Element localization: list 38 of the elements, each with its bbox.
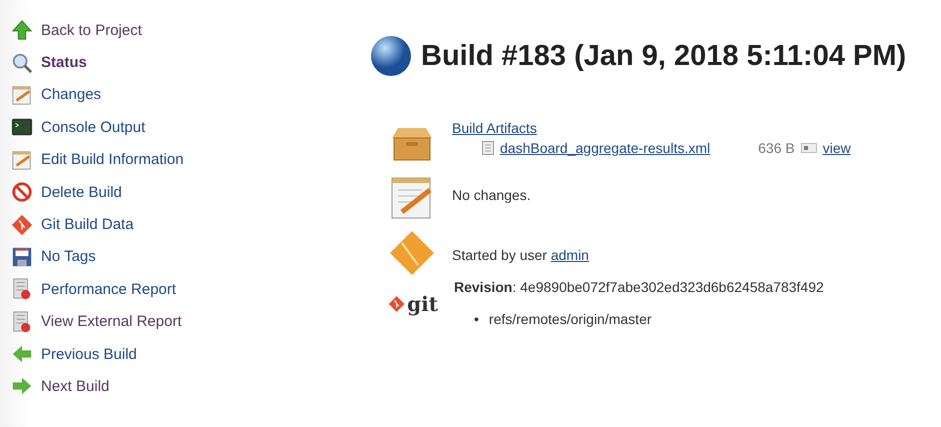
diamond-icon: [388, 229, 436, 277]
started-by-text: Started by user admin: [452, 246, 589, 263]
sidebar-link[interactable]: No Tags: [41, 248, 96, 266]
sidebar-link[interactable]: Edit Build Information: [41, 151, 184, 168]
sidebar-link[interactable]: Previous Build: [41, 346, 137, 363]
notepad-icon: [11, 148, 33, 171]
sidebar-link[interactable]: Changes: [41, 86, 102, 104]
revision-text: Revision: 4e9890be072f7abe302ed323d6b62458a783f492: [454, 279, 824, 295]
page-title: Build #183 (Jan 9, 2018 5:11:04 PM): [421, 40, 906, 72]
sidebar-link[interactable]: Git Build Data: [41, 216, 134, 234]
view-file-icon: [800, 143, 817, 153]
branch-name: refs/remotes/origin/master: [488, 311, 652, 327]
sidebar-link[interactable]: Status: [41, 54, 87, 72]
search-icon: [11, 52, 33, 74]
build-artifacts-link[interactable]: Build Artifacts: [452, 120, 537, 136]
artifact-file-link[interactable]: dashBoard_aggregate-results.xml: [500, 140, 710, 156]
sidebar-link[interactable]: Performance Report: [41, 280, 176, 298]
file-size-text: 636 B: [758, 140, 795, 156]
no-changes-text: No changes.: [452, 186, 531, 203]
up-arrow-icon: [11, 19, 33, 42]
sidebar-link[interactable]: Delete Build: [41, 184, 122, 201]
user-link[interactable]: admin: [550, 247, 589, 263]
git-icon: [388, 294, 406, 314]
git-icon: [11, 214, 33, 236]
sidebar-link[interactable]: Next Build: [41, 378, 110, 395]
report-icon: [11, 310, 33, 333]
report-icon: [11, 278, 33, 300]
bullet-mark: •: [474, 311, 479, 327]
prohibited-icon: [11, 181, 33, 204]
sidebar-link[interactable]: Back to Project: [41, 22, 142, 39]
terminal-icon: [11, 116, 33, 138]
notepad-icon: [11, 84, 33, 106]
view-link[interactable]: view: [822, 140, 851, 156]
git-logo-text: git: [407, 292, 438, 316]
build-status-ball-icon: [369, 34, 413, 78]
sidebar-link[interactable]: Console Output: [41, 118, 146, 136]
file-icon: [482, 141, 494, 155]
sidebar-link[interactable]: View External Report: [41, 313, 182, 330]
